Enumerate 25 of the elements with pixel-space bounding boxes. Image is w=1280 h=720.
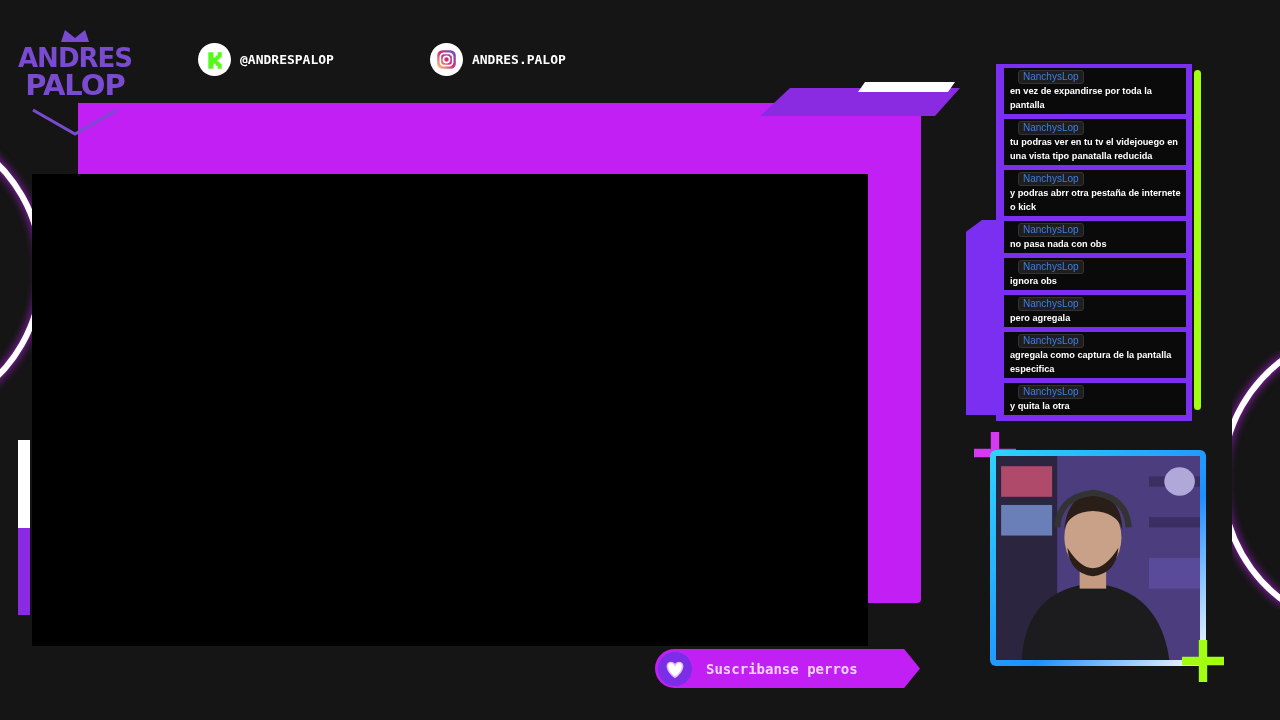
logo-text: PALOP — [25, 72, 125, 99]
chat-username: NanchysLop — [1018, 172, 1084, 186]
plus-icon — [1182, 640, 1224, 682]
chat-message: tu podras ver en tu tv el videjouego en una vista tipo panatalla reducida — [1010, 136, 1179, 163]
chat-username: NanchysLop — [1018, 297, 1084, 311]
chat-message: pero agregala — [1010, 312, 1071, 325]
chat-username: NanchysLop — [1018, 70, 1084, 84]
social-handle: ANDRES.PALOP — [471, 52, 566, 67]
crown-icon — [61, 30, 89, 42]
social-handle: @ANDRESPALOP — [240, 52, 334, 67]
chat-username: NanchysLop — [1018, 385, 1084, 399]
chat-message: ignora obs — [1010, 275, 1057, 288]
chat-message: agregala como captura de la pantalla especifica — [1010, 349, 1173, 376]
chat-username: NanchysLop — [1018, 334, 1084, 348]
chat-message: y quita la otra — [1010, 400, 1070, 413]
instagram-icon — [429, 43, 463, 76]
chat-message: en vez de expandirse por toda la pantalla — [1010, 85, 1153, 112]
kick-icon — [198, 43, 231, 76]
logo-text: ANDRES — [18, 45, 132, 72]
chat-message: no pasa nada con obs — [1010, 238, 1107, 251]
chat-username: NanchysLop — [1018, 260, 1084, 274]
chat-username: NanchysLop — [1018, 223, 1084, 237]
chat-message: y podras abrr otra pestaña de internete o kick — [1010, 187, 1182, 214]
chat-username: NanchysLop — [1018, 121, 1084, 135]
banner-text: Suscribanse perros — [706, 660, 858, 677]
